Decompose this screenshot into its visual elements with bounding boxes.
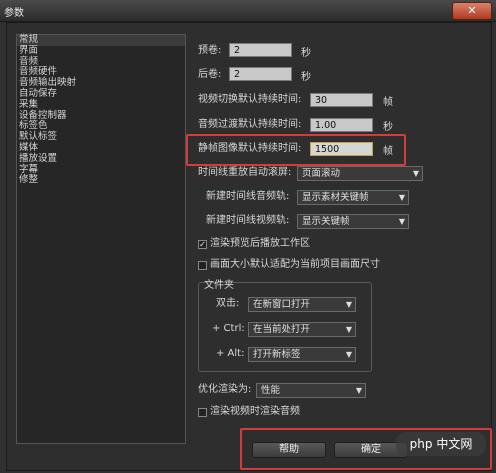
ctrl-value: 在当前处打开 — [253, 324, 311, 335]
chevron-down-icon: ▼ — [355, 386, 362, 395]
still-image-input[interactable]: 1500 — [310, 142, 373, 156]
timeline-scroll-label: 时间线重放自动滚屏: — [198, 167, 292, 178]
bins-title: 文件夹 — [204, 280, 234, 291]
double-click-dropdown[interactable]: 在新窗口打开 ▼ — [248, 297, 356, 312]
preroll-unit: 秒 — [301, 48, 311, 59]
window-title: 参数 — [4, 8, 24, 19]
frame-size-label: 画面大小默认适配为当前项目画面尺寸 — [210, 259, 380, 270]
sidebar-item[interactable]: 修整 — [17, 175, 185, 186]
chevron-down-icon: ▼ — [412, 169, 419, 178]
video-transition-input[interactable]: 30 — [310, 93, 373, 107]
optimize-value: 性能 — [261, 385, 281, 396]
ctrl-dropdown[interactable]: 在当前处打开 ▼ — [248, 322, 356, 337]
help-button[interactable]: 帮助 — [252, 442, 326, 458]
new-audio-track-dropdown[interactable]: 显示素材关键帧 ▼ — [297, 190, 409, 205]
postroll-label: 后卷: — [198, 69, 222, 80]
sidebar-item[interactable]: 字幕 — [17, 164, 185, 176]
checkmark-icon: ✓ — [199, 240, 206, 249]
sidebar-item[interactable]: 自动保存 — [17, 88, 185, 100]
chevron-down-icon: ▼ — [345, 300, 352, 309]
sidebar-item[interactable]: 常规 — [17, 34, 185, 46]
chevron-down-icon: ▼ — [345, 325, 352, 334]
render-audio-label: 渲染视频时渲染音频 — [210, 406, 300, 417]
category-list[interactable]: 常规 界面 音频 音频硬件 音频输出映射 自动保存 采集 设备控制器 标签色 默认标签 媒体 播放设置… — [16, 34, 186, 444]
close-icon: ✕ — [467, 4, 477, 17]
close-button[interactable]: ✕ — [452, 2, 492, 20]
render-preview-checkbox[interactable]: ✓ — [198, 240, 207, 249]
new-video-track-label: 新建时间线视频轨: — [206, 215, 290, 226]
chevron-down-icon: ▼ — [398, 193, 405, 202]
alt-label: + Alt: — [216, 348, 245, 359]
timeline-scroll-value: 页面滚动 — [302, 168, 341, 179]
sidebar-item[interactable]: 默认标签 — [17, 131, 185, 143]
timeline-scroll-dropdown[interactable]: 页面滚动 ▼ — [297, 166, 423, 181]
new-video-track-dropdown[interactable]: 显示关键帧 ▼ — [297, 214, 409, 229]
audio-transition-label: 音频过渡默认持续时间: — [198, 119, 302, 130]
chevron-down-icon: ▼ — [345, 350, 352, 359]
new-audio-track-label: 新建时间线音频轨: — [206, 191, 290, 202]
preroll-label: 预卷: — [198, 45, 222, 56]
new-audio-track-value: 显示素材关键帧 — [302, 192, 369, 203]
new-video-track-value: 显示关键帧 — [302, 216, 350, 227]
sidebar-item[interactable]: 界面 — [17, 45, 185, 57]
video-transition-unit: 帧 — [383, 97, 393, 108]
render-preview-label: 渲染预览后播放工作区 — [210, 238, 310, 249]
optimize-dropdown[interactable]: 性能 ▼ — [256, 383, 366, 398]
ctrl-label: + Ctrl: — [212, 323, 245, 334]
sidebar-item[interactable]: 播放设置 — [17, 153, 185, 165]
optimize-label: 优化渲染为: — [198, 384, 252, 395]
video-transition-label: 视频切换默认持续时间: — [198, 94, 302, 105]
still-image-label: 静帧图像默认持续时间: — [198, 143, 302, 154]
render-audio-checkbox[interactable] — [198, 408, 207, 417]
preroll-input[interactable]: 2 — [229, 43, 292, 57]
double-click-label: 双击: — [216, 298, 240, 309]
still-image-unit: 帧 — [383, 146, 393, 157]
audio-transition-input[interactable]: 1.00 — [310, 118, 373, 132]
postroll-unit: 秒 — [301, 72, 311, 83]
frame-size-checkbox[interactable] — [198, 261, 207, 270]
audio-transition-unit: 秒 — [383, 122, 393, 133]
watermark: php 中文网 — [396, 432, 486, 456]
sidebar-item[interactable]: 采集 — [17, 99, 185, 111]
chevron-down-icon: ▼ — [398, 217, 405, 226]
title-bar: 参数 ✕ — [0, 0, 496, 22]
double-click-value: 在新窗口打开 — [253, 299, 311, 310]
postroll-input[interactable]: 2 — [229, 67, 292, 81]
alt-dropdown[interactable]: 打开新标签 ▼ — [248, 347, 356, 362]
alt-value: 打开新标签 — [253, 349, 301, 360]
